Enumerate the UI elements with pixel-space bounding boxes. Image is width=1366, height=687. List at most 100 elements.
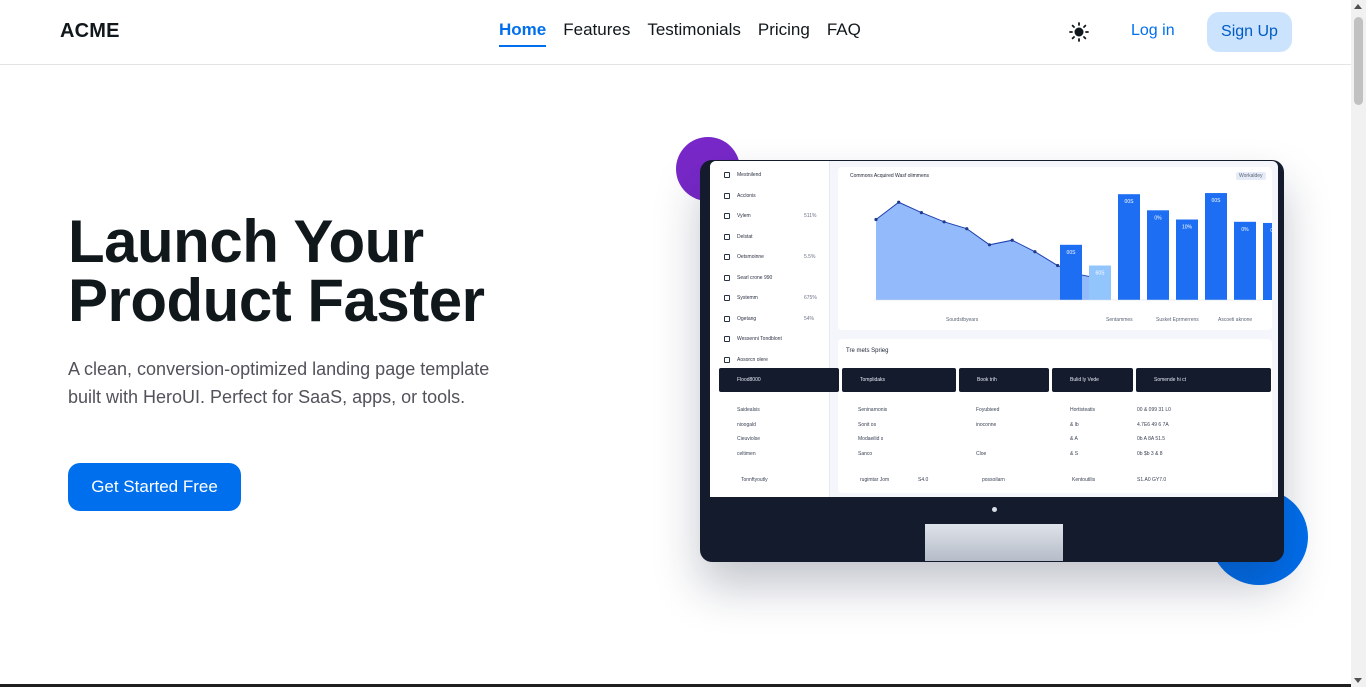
- navbar: ACME Home Features Testimonials Pricing …: [0, 0, 1351, 65]
- sidebar-item-icon: [724, 172, 730, 178]
- bar-label: 60S: [1096, 271, 1106, 277]
- table-cell: Cieuviolse: [737, 436, 761, 442]
- area-point: [942, 220, 946, 224]
- bar: [1234, 221, 1256, 300]
- monitor-logo-dot: [992, 507, 997, 512]
- table-footer-cell: Tonnftyoutly: [741, 477, 768, 483]
- area-point: [1056, 263, 1060, 268]
- nav-link-faq[interactable]: FAQ: [827, 20, 861, 47]
- table-header-2-label: Tomplidaks: [860, 377, 886, 383]
- table-footer-cell: possoilarn: [982, 477, 1005, 483]
- area-point: [919, 211, 923, 215]
- table-header-5: Somende hi ct: [1136, 368, 1271, 392]
- table-cell: Modaeilid s: [858, 436, 884, 442]
- table-cell: 0b $b 3 & 8: [1137, 450, 1163, 457]
- hero-title-line-2: Product Faster: [68, 267, 485, 334]
- sidebar-item-value: 675%: [804, 295, 817, 301]
- area-point: [965, 227, 969, 231]
- login-link[interactable]: Log in: [1131, 22, 1175, 40]
- bar-label: 00S: [1212, 198, 1222, 204]
- area-point: [987, 243, 992, 247]
- sun-icon: [1069, 22, 1089, 42]
- bar-label: 0%: [1270, 228, 1272, 234]
- sidebar-item-icon: [724, 233, 730, 240]
- scroll-down-arrow-icon[interactable]: [1354, 678, 1362, 683]
- sidebar-item-icon: [724, 356, 730, 363]
- sidebar-item-label: Ogetang: [737, 315, 757, 322]
- table-cell: nioogald: [737, 421, 756, 428]
- table-cell: Seninarnonis: [858, 407, 888, 413]
- sidebar-item-label: Searl crone 990: [737, 274, 773, 281]
- bar-label: 00S: [1067, 250, 1077, 256]
- sidebar-item-icon: [724, 274, 730, 281]
- table-cell: inoconne: [976, 421, 997, 428]
- bar-label: 00S: [1125, 199, 1135, 205]
- area-point: [874, 217, 878, 222]
- sidebar-item-label: Vylem: [737, 213, 751, 219]
- table-cell: 0b A 8A 51.5: [1137, 436, 1166, 442]
- table-footer-cell: S4.0: [918, 477, 929, 483]
- sidebar-item-icon: [724, 315, 730, 322]
- nav-link-testimonials[interactable]: Testimonials: [647, 20, 741, 47]
- table-footer-cell: S1.A0 GY7.0: [1137, 477, 1167, 483]
- bar: [1263, 222, 1272, 300]
- sidebar-item-icon: [724, 192, 730, 199]
- sidebar-item-label: Acclonis: [737, 192, 756, 199]
- page-scrollbar[interactable]: [1351, 0, 1366, 687]
- table-cell: Cloe: [976, 450, 987, 457]
- table-cell: & lb: [1070, 421, 1079, 428]
- sidebar-item-icon: [724, 213, 730, 219]
- sidebar-item-value: 54%: [804, 315, 815, 322]
- table-cell: & A: [1070, 436, 1078, 442]
- scrollbar-thumb[interactable]: [1354, 17, 1363, 105]
- legend-item-4: Ascoeti aknone: [1218, 317, 1253, 323]
- nav-link-pricing[interactable]: Pricing: [758, 20, 810, 47]
- sidebar-item-icon: [724, 336, 730, 342]
- legend-item-3: Susket Eprmerrens: [1156, 317, 1199, 323]
- table-cell: 00 & 099 31 L0: [1137, 407, 1171, 413]
- table-cell: Saidealsis: [737, 407, 760, 413]
- table-cell: Sonit os: [858, 421, 877, 428]
- nav-link-features[interactable]: Features: [563, 20, 630, 47]
- dashboard-sidebar: Mestnilend Acclonis Vylem 511% Delstat Oetsmo…: [710, 161, 830, 497]
- nav-link-home[interactable]: Home: [499, 20, 547, 47]
- sidebar-item-label: Aosorcn olere: [737, 356, 768, 363]
- signup-button[interactable]: Sign Up: [1207, 12, 1292, 52]
- hero-subtitle: A clean, conversion-optimized landing pa…: [68, 359, 490, 407]
- table-header-4: Bulid ly Vede: [1052, 368, 1133, 392]
- table-header-1-label: Flood8000: [737, 377, 761, 383]
- theme-toggle-button[interactable]: [1068, 21, 1090, 43]
- table-cell: 4.7E6 49 6 7A: [1137, 421, 1169, 428]
- table-cell: & S: [1070, 450, 1079, 457]
- brand-logo[interactable]: ACME: [60, 20, 120, 43]
- sidebar-item-label: Wessenni Tondblont: [737, 336, 782, 342]
- bar: [1176, 219, 1198, 300]
- bar: [1147, 210, 1169, 300]
- dashboard-screenshot: Mestnilend Acclonis Vylem 511% Delstat Oetsmo…: [710, 161, 1278, 497]
- dashboard-table-card: Tre mets Sprieg: [838, 339, 1272, 493]
- table-header-5-label: Somende hi ct: [1154, 377, 1186, 383]
- nav-links: Home Features Testimonials Pricing FAQ: [499, 20, 878, 47]
- dashboard-table-title: Tre mets Sprieg: [846, 348, 889, 354]
- legend-item-1: Sourdstbyears: [946, 317, 979, 323]
- table-cell: Sanco: [858, 450, 873, 457]
- table-cell: celtimen: [737, 450, 756, 457]
- area-point: [1010, 238, 1014, 242]
- table-cell: Hortisteatis: [1070, 407, 1096, 413]
- table-header-1: Flood8000: [719, 368, 839, 392]
- sidebar-item-value: 5.5%: [804, 254, 816, 260]
- get-started-button[interactable]: Get Started Free: [68, 463, 241, 511]
- table-cell: Foyubieed: [976, 407, 1000, 413]
- table-header-3: Book trih: [959, 368, 1049, 392]
- sidebar-item-icon: [724, 254, 730, 260]
- bar-label: 10%: [1182, 225, 1193, 231]
- bar: [1118, 194, 1140, 300]
- scroll-up-arrow-icon[interactable]: [1354, 4, 1362, 9]
- area-point: [897, 200, 901, 204]
- table-footer-cell: rugimtar Jom: [860, 477, 890, 483]
- legend-item-2: Sentammes: [1106, 317, 1133, 323]
- monitor-stand: [925, 524, 1063, 561]
- bar-label: 0%: [1241, 227, 1249, 233]
- area-point: [1033, 250, 1037, 254]
- hero-title: Launch Your Product Faster: [68, 212, 485, 334]
